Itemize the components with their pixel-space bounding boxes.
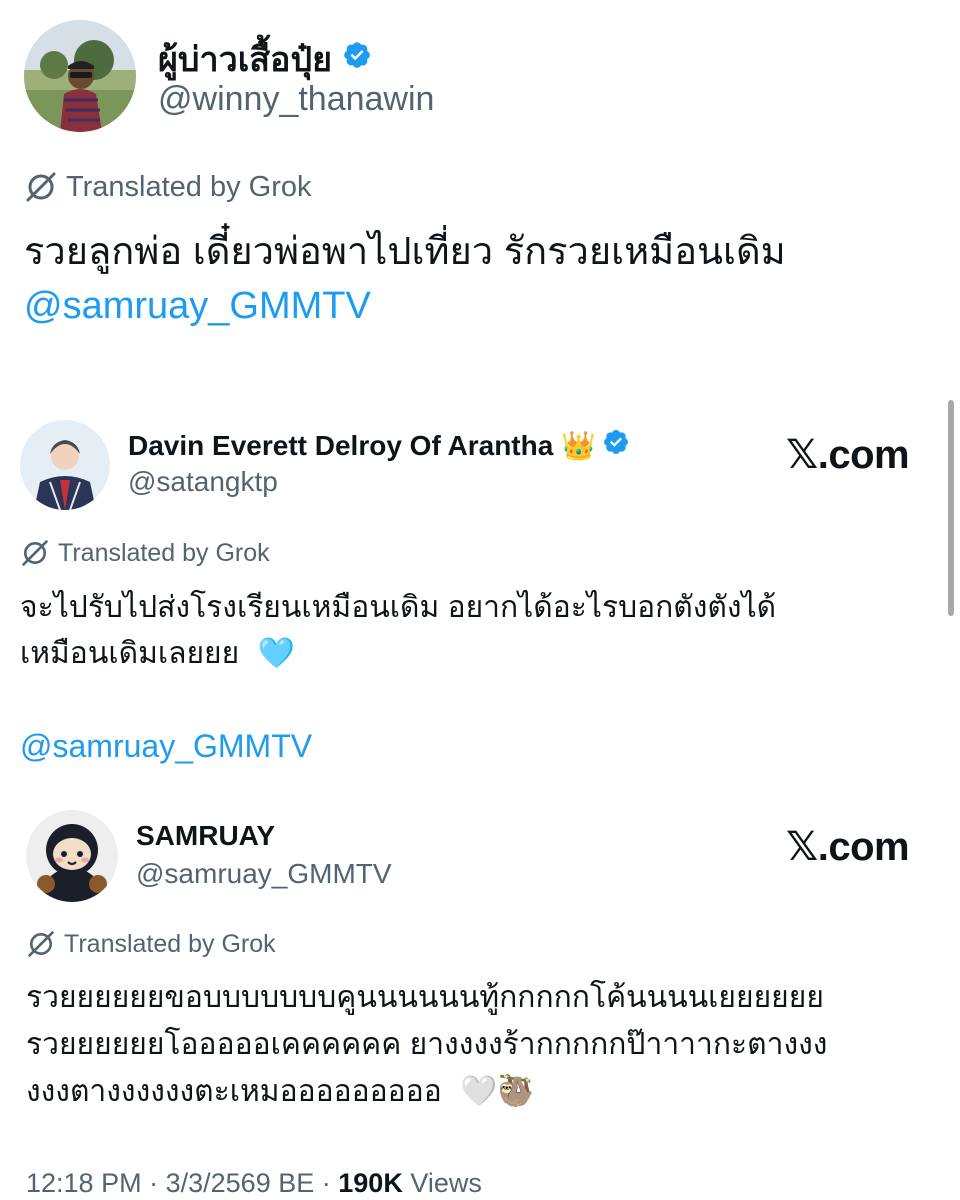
grok-icon — [28, 931, 54, 957]
quote2-source-label[interactable]: 𝕏.com — [786, 824, 910, 870]
main-author-avatar[interactable] — [24, 20, 136, 132]
grok-icon — [26, 172, 56, 202]
scrollbar[interactable] — [948, 400, 954, 616]
main-post-text: รวยลูกพ่อ เดี๋ยวพ่อพาไปเที่ยว รักรวยเหมื… — [24, 231, 786, 273]
main-author-name-text[interactable]: ผู้บ่าวเสื้อปุ๋ย — [158, 32, 332, 86]
quote1-translated-label[interactable]: Translated by Grok — [20, 538, 270, 568]
quote1-author-handle[interactable]: @satangktp — [128, 466, 278, 498]
quote1-text-line2-words: เหมือนเดิมเลยยย — [20, 637, 240, 670]
main-author-handle[interactable]: @winny_thanawin — [158, 80, 434, 119]
main-author-name[interactable]: ผู้บ่าวเสื้อปุ๋ย — [158, 32, 372, 86]
views-label: Views — [410, 1168, 482, 1198]
meta-separator: · — [149, 1168, 159, 1198]
translated-text: Translated by Grok — [64, 929, 276, 958]
post-date[interactable]: 3/3/2569 BE — [166, 1168, 315, 1198]
main-post-mention[interactable]: @samruay_GMMTV — [24, 285, 371, 328]
quote2-author-name[interactable]: SAMRUAY — [136, 820, 275, 852]
quote1-author-avatar[interactable] — [20, 420, 110, 510]
translated-text: Translated by Grok — [66, 170, 312, 203]
quote2-text-line3: งงงตางงงงงงตะเหมอออออออออ 🤍🦥 — [26, 1070, 535, 1114]
main-translated-label[interactable]: Translated by Grok — [24, 170, 312, 204]
quote2-text-line3-words: งงงตางงงงงงตะเหมอออออออออ — [26, 1075, 442, 1108]
quote2-text-line1: รวยยยยยยขอบบบบบบบคูนนนนนนทู้กกกกกโค้นนนน… — [26, 981, 824, 1014]
views-count[interactable]: 190K — [338, 1168, 403, 1198]
meta-separator: · — [321, 1168, 331, 1198]
quote2-author-avatar[interactable] — [26, 810, 118, 902]
quote1-text-line2: เหมือนเดิมเลยยย 🩵 — [20, 632, 295, 676]
grok-icon — [22, 540, 48, 566]
verified-badge-icon — [342, 40, 372, 79]
quote1-text-line1: จะไปรับไปส่งโรงเรียนเหมือนเดิม อยากได้อะ… — [20, 591, 777, 624]
heart-sloth-emojis: 🤍🦥 — [460, 1075, 535, 1108]
quote1-mention[interactable]: @samruay_GMMTV — [20, 728, 312, 765]
quote2-text-line2: รวยยยยยยโอออออเคคคคคค ยางงงงร้ากกกกกป๊าา… — [26, 1028, 828, 1061]
quote1-author-name-text[interactable]: Davin Everett Delroy Of Arantha — [128, 430, 553, 462]
post-time[interactable]: 12:18 PM — [26, 1168, 142, 1198]
quote2-author-handle[interactable]: @samruay_GMMTV — [136, 858, 392, 890]
quote1-source-label[interactable]: 𝕏.com — [786, 432, 910, 478]
quote1-author-name[interactable]: Davin Everett Delroy Of Arantha 👑 — [128, 428, 630, 463]
light-blue-heart-emoji: 🩵 — [257, 637, 295, 670]
quote2-translated-label[interactable]: Translated by Grok — [26, 929, 276, 959]
post-meta: 12:18 PM · 3/3/2569 BE · 190K Views — [26, 1168, 482, 1199]
verified-badge-icon — [602, 428, 630, 463]
translated-text: Translated by Grok — [58, 538, 270, 567]
crown-emoji: 👑 — [561, 430, 597, 461]
